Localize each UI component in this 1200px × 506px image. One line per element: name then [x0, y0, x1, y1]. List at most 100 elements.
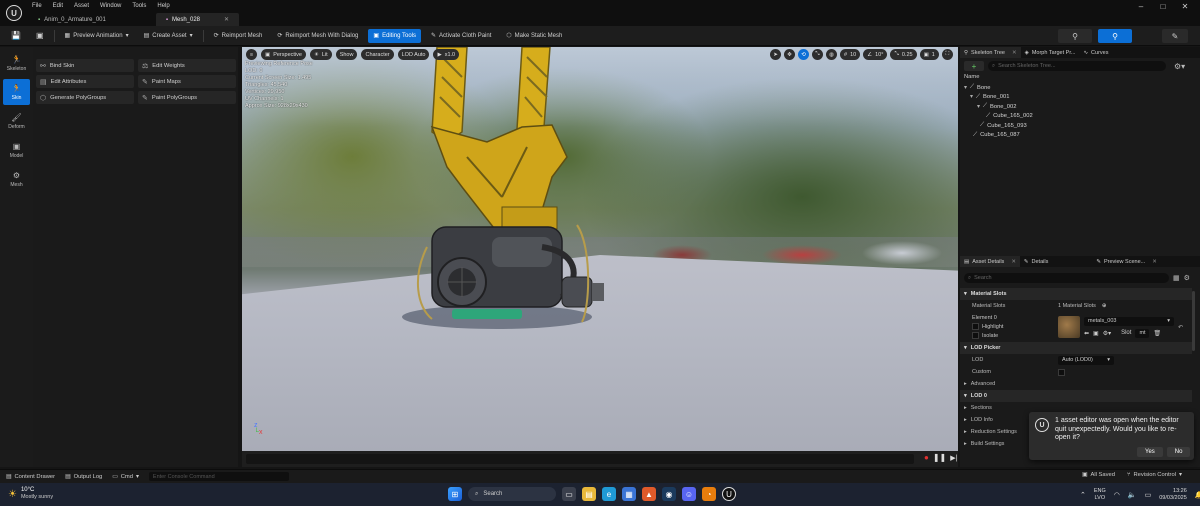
tab-morph-target[interactable]: ◈ Morph Target Pr...	[1021, 47, 1080, 58]
scale-snap-button[interactable]: ⤡ 0.25	[890, 49, 917, 60]
settings-icon[interactable]: ⚙	[1184, 274, 1190, 282]
settings-mode-button[interactable]: ✎	[1162, 29, 1188, 43]
preview-animation-button[interactable]: ▦ Preview Animation ▾	[60, 29, 134, 43]
blender-icon[interactable]: ◔	[702, 487, 716, 501]
mode-model[interactable]: ▣ Model	[3, 137, 30, 163]
unreal-taskbar-icon[interactable]: U	[722, 487, 736, 501]
menu-asset[interactable]: Asset	[74, 3, 89, 9]
battery-icon[interactable]: ▭	[1145, 491, 1152, 499]
lod-picker-section[interactable]: ▾ LOD Picker	[960, 342, 1192, 354]
close-tab-icon[interactable]: ✕	[1011, 259, 1016, 265]
show-button[interactable]: Show	[335, 49, 358, 60]
task-view-icon[interactable]: ▭	[562, 487, 576, 501]
tab-details[interactable]: ✎ Details	[1020, 256, 1052, 267]
steam-icon[interactable]: ◉	[662, 487, 676, 501]
menu-tools[interactable]: Tools	[132, 3, 146, 9]
mode-deform[interactable]: 🖌 Deform	[3, 108, 30, 134]
tab-curves[interactable]: ∿ Curves	[1079, 47, 1112, 58]
weather-widget[interactable]: ☀ 10°C Mostly sunny	[8, 487, 53, 501]
settings-icon[interactable]: ⚙▾	[1174, 62, 1185, 71]
browse-icon[interactable]: ▣	[31, 29, 49, 43]
add-slot-icon[interactable]: ⊕	[1102, 303, 1107, 309]
tree-row[interactable]: ▾ ⟋ Bone	[964, 83, 1200, 93]
create-asset-button[interactable]: ▤ Create Asset ▾	[139, 29, 198, 43]
character-button[interactable]: Character	[361, 49, 394, 60]
scale-tool-button[interactable]: ⤡	[812, 49, 823, 60]
skeleton-mode-button[interactable]: ⚲	[1058, 29, 1092, 43]
wifi-icon[interactable]: ◠	[1114, 491, 1120, 499]
make-static-mesh-button[interactable]: ⬡ Make Static Mesh	[501, 29, 567, 43]
mode-mesh[interactable]: ⚙ Mesh	[3, 166, 30, 192]
select-tool-button[interactable]: ➤	[770, 49, 781, 60]
reset-icon[interactable]: ↶	[1178, 324, 1183, 331]
grid-view-icon[interactable]: ▦	[1173, 274, 1180, 282]
maximize-viewport-button[interactable]: ⛶	[941, 49, 953, 60]
generate-polygroups-button[interactable]: ⬡ Generate PolyGroups	[36, 91, 134, 104]
output-log-button[interactable]: ▤ Output Log	[65, 474, 102, 480]
chevron-up-icon[interactable]: ⌃	[1080, 491, 1086, 499]
gear-icon[interactable]: ⚙▾	[1103, 330, 1111, 337]
lit-button[interactable]: ☀ Lit	[309, 49, 332, 60]
edit-attributes-button[interactable]: ▤ Edit Attributes	[36, 75, 134, 88]
tab-mesh[interactable]: ▪ Mesh_028 ✕	[155, 13, 240, 26]
details-search-input[interactable]: ⌕ Search	[964, 273, 1169, 283]
expand-icon[interactable]: ▾	[964, 85, 967, 91]
close-tab-icon[interactable]: ✕	[1012, 50, 1017, 56]
maximize-button[interactable]: □	[1152, 2, 1174, 11]
advanced-row[interactable]: ▸ Advanced	[960, 378, 1192, 390]
bind-skin-button[interactable]: ⚯ Bind Skin	[36, 59, 134, 72]
all-saved-button[interactable]: ▣ All Saved	[1082, 472, 1115, 478]
folder-icon[interactable]: ▣	[1093, 330, 1099, 337]
save-icon[interactable]: 💾	[6, 29, 26, 43]
isolate-checkbox[interactable]	[972, 332, 979, 339]
close-tab-icon[interactable]: ✕	[1152, 259, 1157, 265]
rotate-tool-button[interactable]: ⟲	[798, 49, 809, 60]
trash-icon[interactable]: 🗑	[1153, 330, 1161, 337]
store-icon[interactable]: ▦	[622, 487, 636, 501]
paint-polygroups-button[interactable]: ✎ Paint PolyGroups	[138, 91, 236, 104]
menu-edit[interactable]: Edit	[53, 3, 63, 9]
mesh-mode-button[interactable]: ⚲	[1098, 29, 1132, 43]
reimport-mesh-button[interactable]: ⟳ Reimport Mesh	[209, 29, 268, 43]
skeleton-search-input[interactable]: ⌕ Search Skeleton Tree...	[988, 61, 1166, 71]
brave-icon[interactable]: ▲	[642, 487, 656, 501]
paint-maps-button[interactable]: ✎ Paint Maps	[138, 75, 236, 88]
edit-weights-button[interactable]: ⚖ Edit Weights	[138, 59, 236, 72]
console-input[interactable]: Enter Console Command	[148, 472, 289, 481]
custom-checkbox[interactable]	[1058, 368, 1065, 376]
reimport-with-dialog-button[interactable]: ⟳ Reimport Mesh With Dialog	[272, 29, 363, 43]
minimize-button[interactable]: –	[1130, 2, 1152, 11]
play-rate-button[interactable]: ▶ x1.0	[433, 49, 460, 60]
rotation-snap-button[interactable]: ∠ 10°	[863, 49, 888, 60]
grid-snap-button[interactable]: #10	[840, 49, 861, 60]
clock[interactable]: 13:26 09/03/2025	[1159, 488, 1187, 501]
lod-button[interactable]: LOD Auto	[397, 49, 430, 60]
tab-skeleton-tree[interactable]: ⚲ Skeleton Tree ✕	[960, 47, 1021, 58]
lod-dropdown[interactable]: Auto (LOD0) ▾	[1058, 355, 1114, 365]
material-slots-section[interactable]: ▾ Material Slots	[960, 288, 1192, 300]
details-scrollbar[interactable]	[1192, 291, 1195, 351]
menu-window[interactable]: Window	[100, 3, 121, 9]
activate-cloth-paint-button[interactable]: ✎ Activate Cloth Paint	[426, 29, 496, 43]
file-explorer-icon[interactable]: ▤	[582, 487, 596, 501]
expand-icon[interactable]: ▾	[977, 104, 980, 110]
tree-row[interactable]: ⟋ Cube_165_093	[964, 121, 1200, 131]
pause-icon[interactable]: ❚❚	[933, 453, 946, 462]
editing-tools-button[interactable]: ▣ Editing Tools	[368, 28, 421, 43]
yes-button[interactable]: Yes	[1137, 447, 1163, 457]
volume-icon[interactable]: 🔈	[1128, 491, 1137, 499]
language-indicator[interactable]: ENG LVO	[1094, 488, 1106, 501]
material-thumbnail[interactable]	[1058, 316, 1080, 338]
highlight-checkbox[interactable]	[972, 323, 979, 330]
edge-icon[interactable]: e	[602, 487, 616, 501]
notifications-icon[interactable]: 🔔	[1195, 491, 1200, 499]
world-local-button[interactable]: ◍	[826, 49, 837, 60]
tree-row[interactable]: ▾ ⟋ Bone_002	[964, 102, 1200, 112]
revision-control-button[interactable]: ⑂ Revision Control ▾	[1127, 472, 1182, 478]
cmd-dropdown[interactable]: ▭ Cmd ▾	[112, 474, 139, 480]
mode-skin[interactable]: 🏃 Skin	[3, 79, 30, 105]
add-icon[interactable]: +	[964, 61, 984, 71]
viewport-menu-button[interactable]: ≡	[246, 49, 257, 60]
mode-skeleton[interactable]: 🏃 Skeleton	[3, 50, 30, 76]
no-button[interactable]: No	[1166, 447, 1191, 457]
